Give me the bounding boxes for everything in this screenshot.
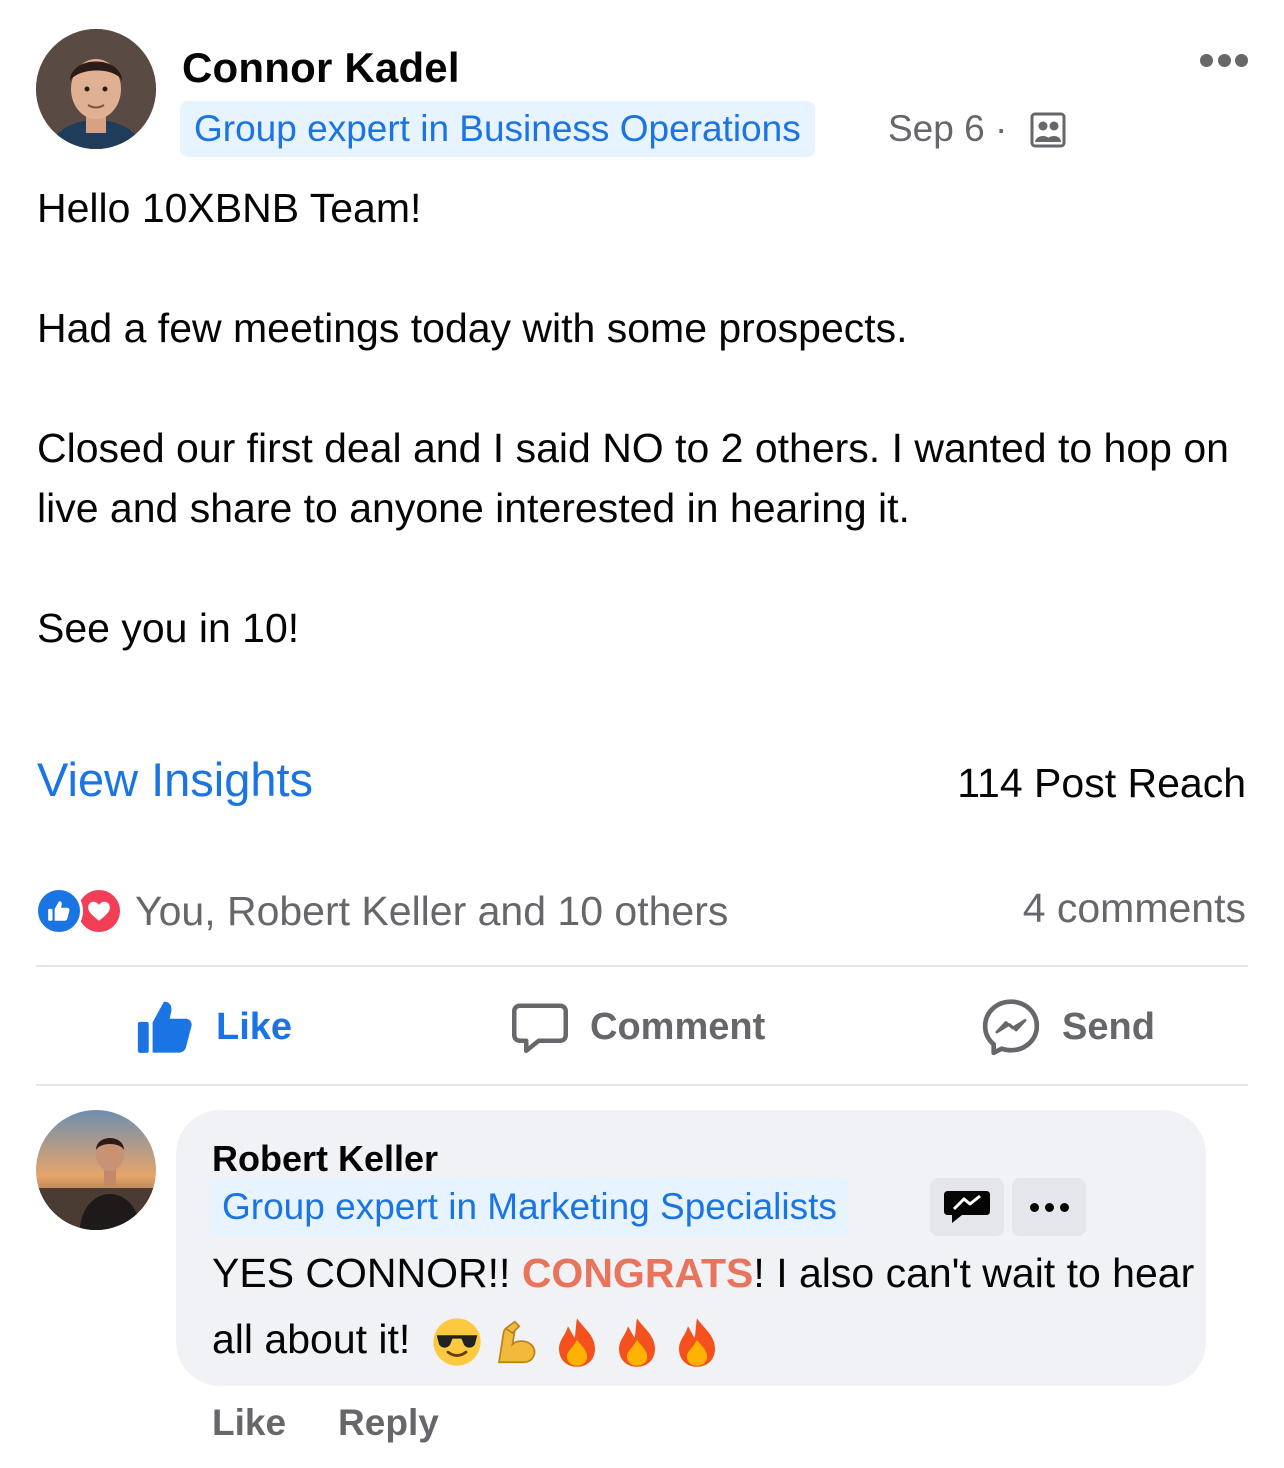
post-paragraph: Closed our first deal and I said NO to 2…	[37, 425, 1241, 531]
comment-button[interactable]: Comment	[510, 996, 765, 1058]
more-options-button[interactable]	[1196, 42, 1252, 78]
post-body: Hello 10XBNB Team! Had a few meetings to…	[37, 178, 1257, 658]
reaction-names: You, Robert Keller and 10 others	[135, 887, 729, 934]
comment-label: Comment	[590, 1005, 766, 1048]
group-expert-badge[interactable]: Group expert in Business Operations	[180, 101, 815, 157]
post-paragraph: Hello 10XBNB Team!	[37, 185, 422, 231]
post-paragraph: See you in 10!	[37, 605, 300, 651]
send-button[interactable]: Send	[980, 996, 1155, 1058]
commenter-expert-badge[interactable]: Group expert in Marketing Specialists	[210, 1178, 849, 1236]
commenter-avatar[interactable]	[36, 1110, 156, 1230]
rising-contributor-icon	[944, 1191, 990, 1223]
fire-emoji	[558, 1318, 595, 1367]
author-avatar[interactable]	[36, 29, 156, 149]
thumbs-up-icon	[137, 1001, 192, 1053]
more-horizontal-icon	[1029, 1202, 1039, 1212]
more-horizontal-icon	[1200, 53, 1213, 67]
post-paragraph: Had a few meetings today with some prosp…	[37, 305, 908, 351]
group-audience-icon	[1030, 112, 1066, 148]
fire-emoji	[618, 1318, 655, 1367]
send-label: Send	[1062, 1005, 1155, 1048]
sunglasses-emoji	[433, 1318, 481, 1366]
comment-like-button[interactable]: Like	[212, 1402, 286, 1444]
comment-bubble-icon	[512, 1003, 568, 1053]
emoji-group	[430, 1315, 730, 1369]
post-reach-count: 114 Post Reach	[957, 760, 1246, 806]
view-insights-link[interactable]: View Insights	[37, 752, 313, 807]
like-label: Like	[216, 1005, 293, 1048]
comment-actions: Like Reply	[212, 1402, 491, 1444]
reactions-summary[interactable]: You, Robert Keller and 10 others	[35, 885, 728, 937]
facebook-group-post: Connor Kadel Group expert in Business Op…	[0, 0, 1284, 1468]
comment-text-start: YES CONNOR!!	[212, 1250, 522, 1296]
fire-emoji	[678, 1318, 715, 1367]
divider	[36, 965, 1248, 967]
comment-reply-button[interactable]: Reply	[338, 1402, 439, 1444]
commenter-name[interactable]: Robert Keller	[212, 1138, 438, 1180]
messenger-icon	[982, 999, 1040, 1056]
comment-text: YES CONNOR!! CONGRATS! I also can't wait…	[212, 1240, 1202, 1372]
comment-count[interactable]: 4 comments	[1023, 885, 1246, 932]
comment-highlight-word: CONGRATS	[521, 1250, 754, 1296]
like-reaction-icon	[35, 887, 83, 935]
rising-contributor-badge[interactable]	[930, 1178, 1004, 1236]
author-name[interactable]: Connor Kadel	[182, 44, 460, 92]
comment-options-button[interactable]	[1012, 1178, 1086, 1236]
divider	[36, 1084, 1248, 1086]
post-timestamp[interactable]: Sep 6 ·	[888, 108, 1007, 150]
flexed-biceps-emoji	[497, 1320, 536, 1364]
like-button[interactable]: Like	[134, 996, 292, 1058]
